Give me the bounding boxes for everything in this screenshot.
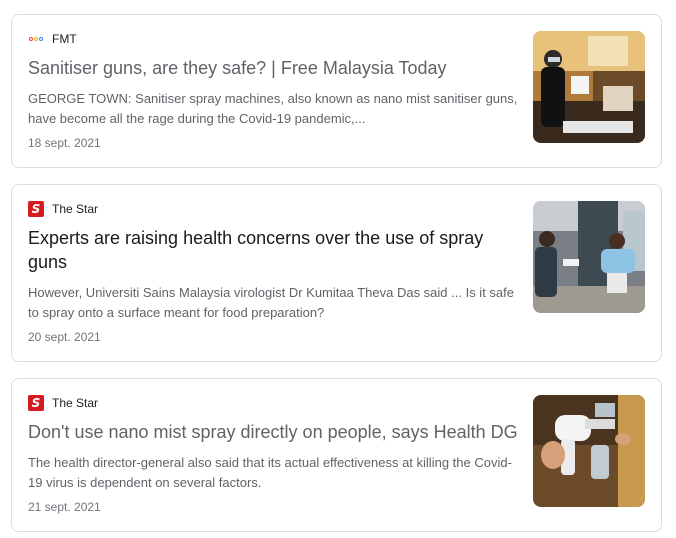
news-source-name: The Star (52, 396, 99, 410)
the-star-logo-icon: S (28, 201, 44, 217)
thumbnail-sanitiser-station[interactable] (533, 31, 645, 143)
news-card[interactable]: S The Star Experts are raising health co… (11, 184, 662, 362)
news-title-link[interactable]: Sanitiser guns, are they safe? | Free Ma… (28, 56, 524, 80)
news-source-name: FMT (52, 32, 77, 46)
news-date: 21 sept. 2021 (28, 500, 101, 514)
thumbnail-shop-spraying[interactable] (533, 201, 645, 313)
news-date: 18 sept. 2021 (28, 136, 101, 150)
news-source[interactable]: FMT (28, 31, 77, 47)
news-source[interactable]: S The Star (28, 395, 98, 411)
the-star-logo-icon: S (28, 395, 44, 411)
fmt-logo-icon (28, 31, 44, 47)
news-card[interactable]: S The Star Don't use nano mist spray dir… (11, 378, 662, 532)
news-source[interactable]: S The Star (28, 201, 98, 217)
news-snippet: The health director-general also said th… (28, 455, 512, 490)
news-title-link[interactable]: Don't use nano mist spray directly on pe… (28, 420, 524, 444)
news-snippet: GEORGE TOWN: Sanitiser spray machines, a… (28, 91, 518, 126)
news-date: 20 sept. 2021 (28, 330, 101, 344)
news-snippet: However, Universiti Sains Malaysia virol… (28, 285, 514, 320)
news-card[interactable]: FMT Sanitiser guns, are they safe? | Fre… (11, 14, 662, 168)
thumbnail-spray-gun[interactable] (533, 395, 645, 507)
news-title-link[interactable]: Experts are raising health concerns over… (28, 226, 524, 274)
news-source-name: The Star (52, 202, 99, 216)
